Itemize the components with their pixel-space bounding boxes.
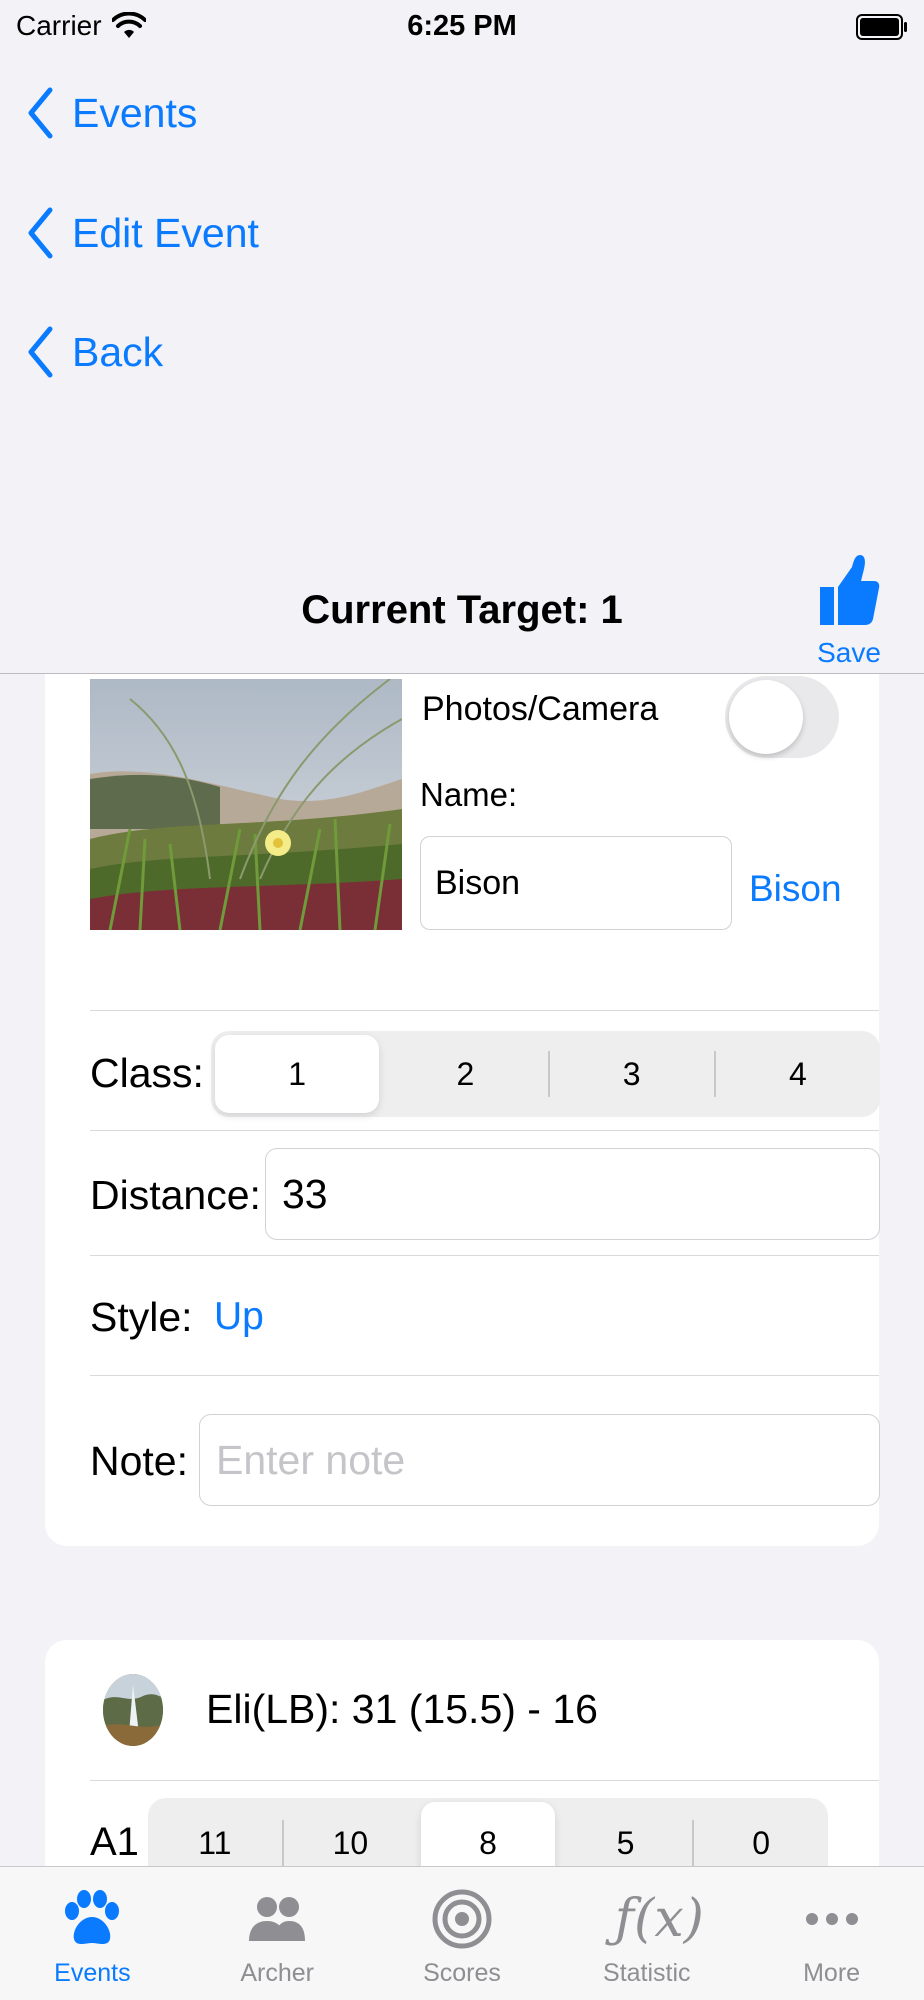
row-divider (90, 1375, 879, 1376)
save-label: Save (817, 637, 881, 668)
tab-statistic[interactable]: ƒ(x) Statistic (554, 1867, 739, 2000)
target-icon (432, 1889, 492, 1949)
back-link[interactable]: Back (26, 325, 163, 379)
class-option[interactable]: 4 (716, 1031, 880, 1117)
page-title: Current Target: 1 (301, 588, 623, 632)
class-segmented-control[interactable]: 1 2 3 4 (211, 1031, 880, 1117)
tab-label: More (803, 1959, 861, 1987)
people-icon (249, 1897, 306, 1941)
tab-bar: Events Archer Scores ƒ(x) Statistic More (0, 1866, 924, 2000)
tab-label: Statistic (603, 1959, 691, 1987)
class-option[interactable]: 2 (383, 1031, 547, 1117)
distance-field[interactable]: 33 (265, 1148, 880, 1240)
chevron-left-icon (28, 326, 53, 378)
chevron-left-icon (28, 87, 53, 139)
avatar (103, 1674, 163, 1746)
round-label: A1 (90, 1820, 139, 1864)
style-picker[interactable]: Up (214, 1295, 264, 1339)
name-label: Name: (420, 776, 518, 813)
tab-label: Events (54, 1959, 131, 1987)
photos-camera-toggle[interactable] (725, 676, 839, 758)
status-bar: Carrier 6:25 PM (0, 0, 924, 60)
note-field[interactable]: Enter note (199, 1414, 880, 1506)
distance-label: Distance: (90, 1172, 261, 1218)
toggle-knob (729, 680, 803, 754)
save-button[interactable]: Save (814, 553, 884, 669)
clock: 6:25 PM (407, 10, 517, 42)
style-label: Style: (90, 1294, 193, 1340)
tab-scores[interactable]: Scores (370, 1867, 555, 2000)
fx-icon: ƒ(x) (614, 1889, 704, 1949)
row-divider (90, 1780, 879, 1781)
row-divider (90, 1010, 879, 1011)
class-option[interactable]: 1 (215, 1035, 380, 1113)
back-to-events-link[interactable]: Events (26, 86, 197, 140)
chevron-left-icon (28, 207, 53, 259)
class-option[interactable]: 3 (550, 1031, 714, 1117)
row-divider (90, 1130, 879, 1131)
tab-events[interactable]: Events (0, 1867, 185, 2000)
photos-camera-label: Photos/Camera (422, 690, 659, 728)
row-divider (90, 1255, 879, 1256)
back-to-edit-event-link[interactable]: Edit Event (26, 206, 259, 260)
name-picker-link[interactable]: Bison (749, 868, 842, 910)
tab-more[interactable]: More (739, 1867, 924, 2000)
paw-icon (65, 1890, 120, 1944)
archer-summary: Eli(LB): 31 (15.5) - 16 (206, 1686, 598, 1732)
thumbs-up-icon (820, 555, 880, 625)
name-field[interactable]: Bison (420, 836, 732, 930)
target-photo-image (90, 679, 402, 930)
battery-icon (856, 14, 907, 40)
back-link-label: Edit Event (72, 209, 259, 256)
tab-label: Scores (423, 1959, 501, 1987)
note-label: Note: (90, 1438, 188, 1484)
back-link-label: Back (72, 328, 164, 375)
tab-label: Archer (240, 1959, 315, 1987)
target-photo[interactable] (90, 679, 402, 930)
class-label: Class: (90, 1050, 204, 1096)
back-link-label: Events (72, 89, 198, 136)
content-scroll[interactable]: Photos/Camera Name: Bison Bison Eli(LB):… (0, 674, 924, 1867)
screen: Carrier 6:25 PM Events Edit Event Back C… (0, 0, 924, 2000)
more-icon (805, 1913, 858, 1925)
tab-archer[interactable]: Archer (185, 1867, 370, 2000)
